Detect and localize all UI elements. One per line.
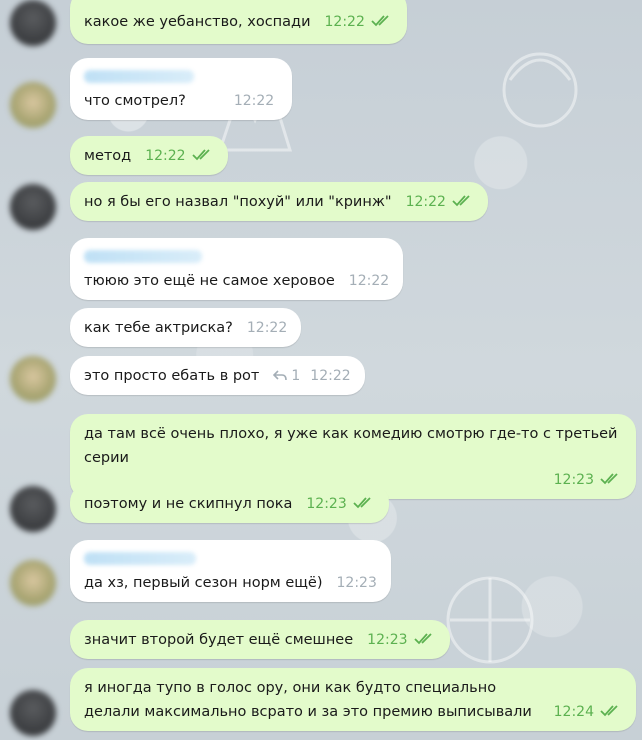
avatar[interactable]	[10, 0, 56, 46]
reply-count[interactable]: 1	[273, 368, 300, 384]
message-text: какое же уебанство, хоспади	[84, 14, 311, 30]
double-check-icon	[371, 15, 389, 27]
double-check-icon	[191, 149, 210, 161]
sender-name-redacted	[84, 250, 202, 263]
message-text: как тебе актриска?	[84, 320, 233, 336]
background-doodle-icon	[446, 576, 534, 664]
reply-arrow-icon	[273, 370, 288, 381]
message-time: 12:22	[246, 320, 288, 336]
message-text: это просто ебать в рот	[84, 368, 260, 384]
message-time: 12:23	[553, 472, 594, 488]
message-bubble[interactable]: да хз, первый сезон норм ещё) 12:23	[70, 540, 391, 602]
double-check-icon	[413, 633, 432, 645]
message-time: 12:22	[405, 194, 446, 210]
double-check-icon	[353, 497, 371, 509]
message-bubble[interactable]: какое же уебанство, хоспади 12:22	[70, 0, 407, 44]
double-check-icon	[600, 705, 618, 717]
message-time: 12:22	[348, 273, 390, 289]
sender-name-redacted	[84, 70, 194, 83]
message-bubble[interactable]: но я бы его назвал "похуй" или "кринж" 12…	[70, 182, 488, 221]
message-text: значит второй будет ещё смешнее	[84, 632, 354, 648]
avatar[interactable]	[10, 486, 56, 532]
message-bubble[interactable]: я иногда тупо в голос ору, они как будто…	[70, 668, 636, 731]
avatar[interactable]	[10, 356, 56, 402]
message-text: поэтому и не скипнул пока	[84, 496, 293, 512]
message-text: да хз, первый сезон норм ещё)	[84, 575, 323, 591]
message-text: метод	[84, 148, 132, 164]
avatar[interactable]	[10, 560, 56, 606]
avatar[interactable]	[10, 184, 56, 230]
message-bubble[interactable]: тююю это ещё не самое херовое 12:22	[70, 238, 404, 300]
avatar[interactable]	[10, 690, 56, 736]
reply-count-value: 1	[291, 368, 301, 384]
message-text: да там всё очень плохо, я уже как комеди…	[84, 426, 618, 466]
message-time: 12:22	[145, 148, 186, 164]
message-time: 12:24	[553, 704, 594, 720]
message-bubble[interactable]: как тебе актриска? 12:22	[70, 308, 302, 347]
message-bubble[interactable]: что смотрел? 12:22	[70, 58, 292, 120]
sender-name-redacted	[84, 552, 196, 565]
message-bubble[interactable]: значит второй будет ещё смешнее 12:23	[70, 620, 450, 659]
double-check-icon	[600, 473, 618, 485]
message-time: 12:22	[324, 14, 365, 30]
message-bubble[interactable]: это просто ебать в рот 1 12:22	[70, 356, 365, 395]
message-time: 12:22	[233, 93, 275, 109]
message-text: тююю это ещё не самое херовое	[84, 273, 335, 289]
message-text: что смотрел?	[84, 93, 186, 109]
double-check-icon	[452, 195, 470, 207]
message-bubble[interactable]: поэтому и не скипнул пока 12:23	[70, 484, 389, 523]
message-time: 12:23	[306, 496, 347, 512]
avatar[interactable]	[10, 82, 56, 128]
message-bubble[interactable]: метод 12:22	[70, 136, 228, 175]
background-doodle-icon	[502, 52, 578, 128]
message-time: 12:22	[310, 368, 351, 384]
message-time: 12:23	[336, 575, 377, 591]
message-time: 12:23	[367, 632, 408, 648]
message-text: но я бы его назвал "похуй" или "кринж"	[84, 194, 392, 210]
